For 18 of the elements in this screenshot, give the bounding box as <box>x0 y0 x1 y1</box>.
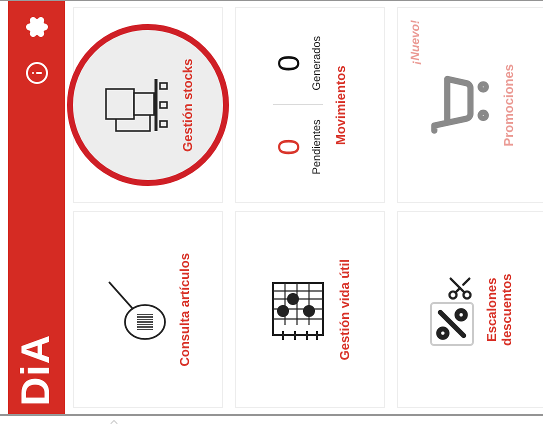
counter-caption: Generados <box>310 36 322 90</box>
tile-label: Movimientos <box>332 66 348 145</box>
menu-tile[interactable]: Consulta artículos <box>73 212 223 408</box>
shopping-cart-icon <box>428 74 490 136</box>
tile-label: Promociones <box>500 64 516 146</box>
counter-caption: Pendientes <box>310 119 322 174</box>
info-icon[interactable] <box>24 61 48 85</box>
menu-tile[interactable]: Gestión vida útil <box>235 212 385 408</box>
menu-tile[interactable]: Escalones descuentos <box>397 212 543 408</box>
tile-label: Consulta artículos <box>176 253 192 366</box>
menu-tile[interactable]: 0 Pendientes 0 Generados Movimientos <box>235 7 385 204</box>
new-label: ¡Nuevo! <box>408 20 422 65</box>
tile-label: Gestión stocks <box>180 58 194 152</box>
counter-value: 0 <box>272 54 306 72</box>
tile-label: Escalones descuentos <box>484 272 514 348</box>
counter-value: 0 <box>272 138 306 156</box>
tile-label: Gestión vida útil <box>336 259 352 360</box>
logo: DiA <box>14 333 59 406</box>
